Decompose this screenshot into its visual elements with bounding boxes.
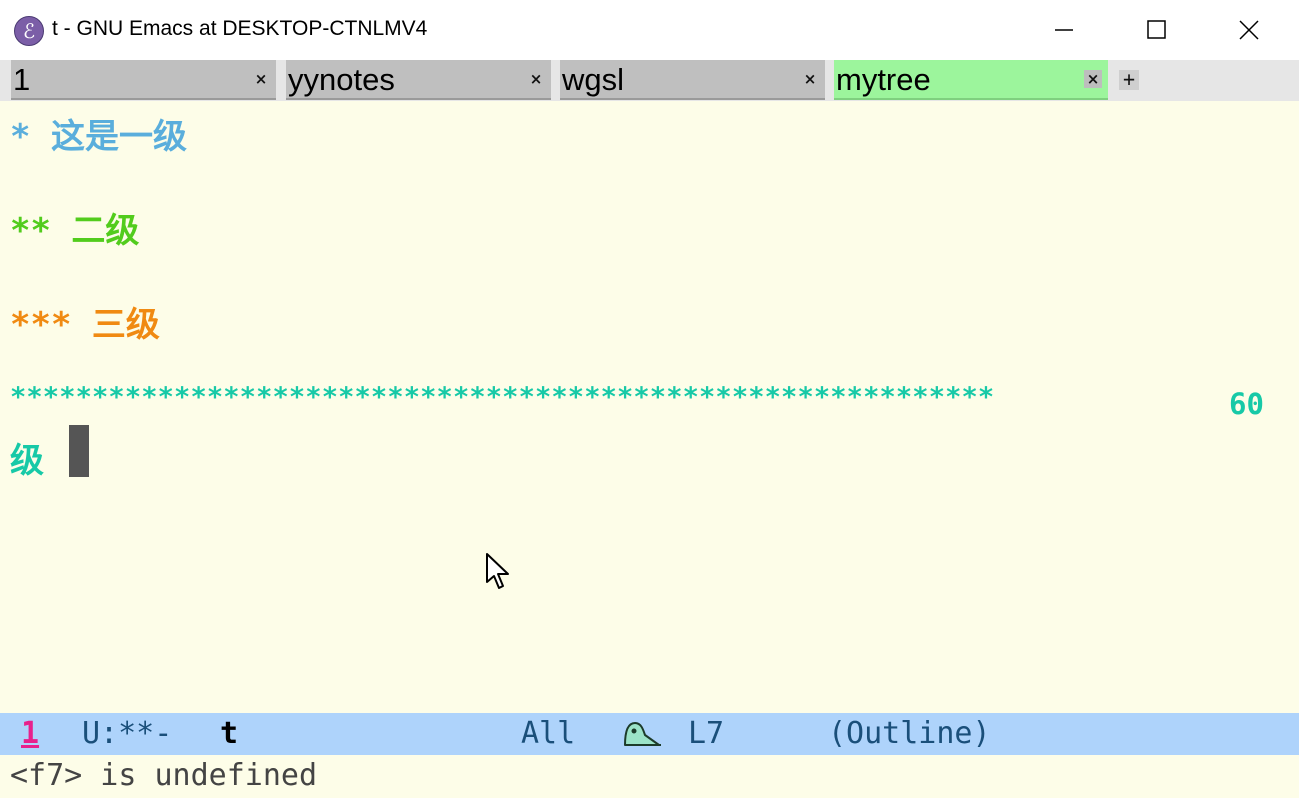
outline-heading-level-2[interactable]: ** 二级: [10, 203, 139, 252]
line-number: L7: [688, 716, 725, 751]
tab-label: wgsl: [562, 62, 625, 97]
window-number[interactable]: 1: [21, 716, 39, 752]
tab-close-icon[interactable]: ×: [801, 70, 819, 88]
tab-wgsl[interactable]: wgsl ×: [560, 60, 825, 100]
text-cursor: [69, 425, 89, 477]
minimize-icon: [1055, 29, 1073, 31]
window-title: t - GNU Emacs at DESKTOP-CTNLMV4: [52, 17, 428, 40]
title-bar: ℰ t - GNU Emacs at DESKTOP-CTNLMV4: [0, 0, 1299, 60]
buffer-name[interactable]: t: [220, 716, 238, 752]
tab-1[interactable]: 1 ×: [11, 60, 276, 100]
echo-area[interactable]: <f7> is undefined: [0, 755, 1299, 798]
nyan-icon: [624, 722, 661, 746]
new-tab-button[interactable]: +: [1119, 69, 1139, 90]
maximize-button[interactable]: [1111, 0, 1203, 60]
outline-heading-level-3[interactable]: *** 三级: [10, 297, 160, 346]
minimize-button[interactable]: [1019, 0, 1111, 60]
echo-message: <f7> is undefined: [10, 758, 318, 793]
maximize-icon: [1147, 20, 1166, 39]
mouse-pointer-icon: [486, 553, 509, 589]
outline-heading-level-1[interactable]: * 这是一级: [10, 109, 187, 158]
close-icon: [1239, 20, 1259, 40]
emacs-icon: ℰ: [14, 16, 44, 46]
buffer-state: U:**-: [82, 716, 173, 751]
outline-heading-level-60[interactable]: ****************************************…: [10, 382, 994, 413]
close-button[interactable]: [1203, 0, 1295, 60]
tab-close-icon[interactable]: ×: [1084, 70, 1102, 88]
tab-label: 1: [13, 62, 31, 97]
editor-buffer[interactable]: * 这是一级 ** 二级 *** 三级 ********************…: [0, 101, 1299, 713]
left-fringe: [0, 101, 9, 713]
tab-close-icon[interactable]: ×: [252, 70, 270, 88]
heading-wrap-suffix: 60: [1229, 387, 1264, 421]
buffer-position: All: [521, 716, 576, 751]
tab-close-icon[interactable]: ×: [527, 70, 545, 88]
tab-yynotes[interactable]: yynotes ×: [286, 60, 551, 100]
tab-mytree[interactable]: mytree ×: [834, 60, 1108, 100]
outline-heading-level-60-continuation[interactable]: 级: [10, 433, 44, 482]
mode-line: 1 U:**- t All L7 (Outline): [0, 713, 1299, 755]
tab-bar: 1 × yynotes × wgsl × mytree × +: [0, 60, 1299, 101]
major-mode[interactable]: (Outline): [828, 716, 991, 752]
tab-label: yynotes: [288, 62, 395, 97]
tab-label: mytree: [836, 62, 931, 97]
